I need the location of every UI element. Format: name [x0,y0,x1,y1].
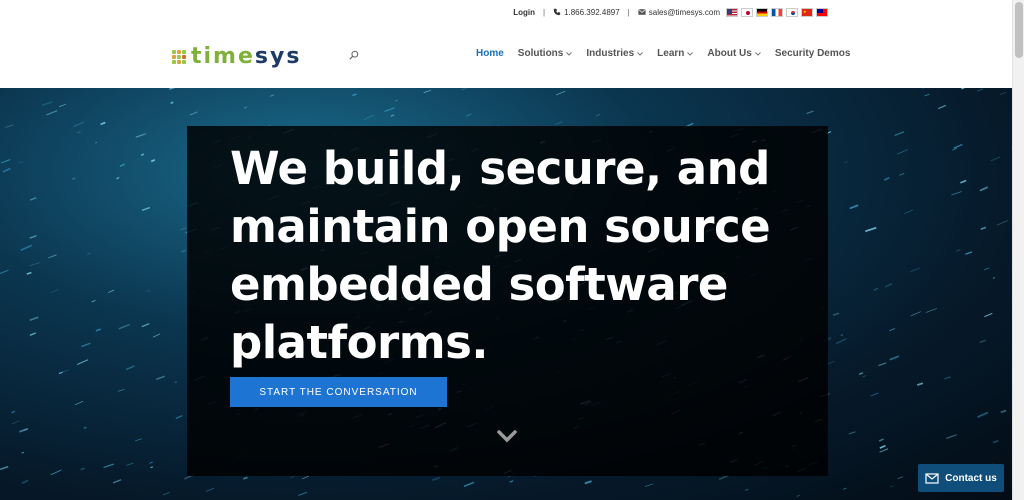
hero-card: We build, secure, and maintain open sour… [187,126,828,476]
phone-contact[interactable]: 1.866.392.4897 [553,8,620,17]
separator: | [542,7,546,17]
email-contact[interactable]: sales@timesys.com [637,7,720,17]
chevron-down-icon[interactable] [497,430,517,443]
contact-us-label: Contact us [945,472,997,484]
nav-item-security-demos[interactable]: Security Demos [775,48,851,59]
phone-number: 1.866.392.4897 [564,7,620,17]
tw-flag[interactable] [816,7,828,17]
email-address: sales@timesys.com [648,7,720,17]
chevron-down-icon [687,51,694,56]
language-flags: ★ [726,7,828,17]
hero-section: We build, secure, and maintain open sour… [0,88,1012,500]
contact-us-button[interactable]: Contact us [918,464,1004,492]
chevron-down-icon [566,51,573,56]
scrollbar-thumb[interactable] [1015,2,1023,58]
nav-item-solutions[interactable]: Solutions [518,48,573,59]
nav-item-about-us[interactable]: About Us [707,48,761,59]
login-link[interactable]: Login [513,8,535,17]
us-flag[interactable] [726,7,738,17]
kr-flag[interactable] [786,7,798,17]
nav-item-industries[interactable]: Industries [586,48,644,59]
nav-item-home[interactable]: Home [476,48,504,59]
logo-wordmark: timesys [191,44,302,69]
hero-headline: We build, secure, and maintain open sour… [230,142,771,369]
separator: | [627,7,630,17]
timesys-logo[interactable]: timesys [172,44,301,69]
start-conversation-button[interactable]: START THE CONVERSATION [230,377,447,407]
search-icon[interactable] [349,50,359,60]
site-header: timesys Home Solutions Industries Learn … [0,24,1012,88]
main-navigation: Home Solutions Industries Learn About Us… [476,48,850,59]
jp-flag[interactable] [741,7,753,17]
chevron-down-icon [754,51,761,56]
envelope-icon [637,8,646,15]
phone-icon [553,8,561,16]
top-utility-bar: Login | 1.866.392.4897 | sales@timesys.c… [0,0,1012,24]
chevron-down-icon [637,51,644,56]
logo-grid-icon [172,49,186,64]
de-flag[interactable] [756,7,768,17]
page-scrollbar[interactable] [1012,0,1024,500]
fr-flag[interactable] [771,7,783,17]
cn-flag[interactable]: ★ [801,7,813,17]
nav-item-learn[interactable]: Learn [657,48,694,59]
envelope-icon [925,472,939,484]
